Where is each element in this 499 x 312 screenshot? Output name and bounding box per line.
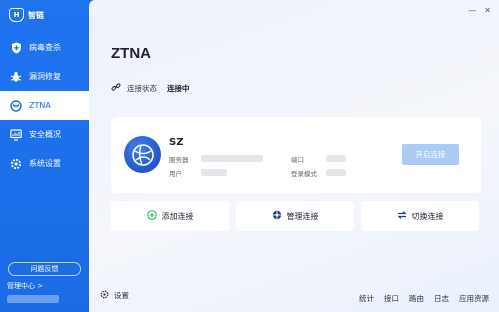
bug-icon [10, 71, 22, 83]
sidebar-item-vuln-fix[interactable]: 漏洞修复 [0, 62, 89, 91]
user-value-blurred [201, 169, 227, 176]
port-value-blurred [326, 155, 346, 162]
status-label: 连接状态 [127, 83, 157, 93]
switch-arrows-icon [397, 210, 407, 222]
open-connection-button[interactable]: 开启连接 [402, 144, 459, 165]
window-controls: — ✕ [468, 6, 491, 15]
manage-gear-icon [272, 210, 282, 222]
sidebar-item-label: ZTNA [29, 101, 51, 110]
app-window: H 智链 病毒查杀 漏洞修复 ZTNA 安全概况 系统设置 问题反馈 管理中心 … [0, 0, 499, 312]
settings-link[interactable]: 设置 [100, 290, 129, 301]
feedback-button[interactable]: 问题反馈 [8, 262, 81, 276]
footer-link-app-resources[interactable]: 应用资源 [459, 293, 489, 304]
switch-connection-label: 切换连接 [411, 211, 444, 221]
footer-links: 统计 接口 路由 日志 应用资源 [359, 293, 489, 304]
page-title: ZTNA [111, 45, 151, 62]
settings-gear-icon [100, 290, 109, 301]
main-panel: — ✕ ZTNA 连接状态 连接中 SZ 服务器 用户 端口 登录模式 开启连接 [89, 0, 499, 312]
sidebar: H 智链 病毒查杀 漏洞修复 ZTNA 安全概况 系统设置 问题反馈 管理中心 … [0, 0, 89, 312]
sidebar-item-label: 系统设置 [29, 159, 61, 168]
manager-center-label: 管理中心 [7, 282, 35, 290]
manager-center-link[interactable]: 管理中心 > [7, 281, 43, 291]
ztna-icon [10, 99, 22, 112]
manage-connection-label: 管理连接 [286, 211, 319, 221]
sidebar-item-label: 漏洞修复 [29, 72, 61, 81]
footer-link-route[interactable]: 路由 [409, 293, 424, 304]
switch-connection-button[interactable]: 切换连接 [361, 201, 479, 231]
sidebar-item-virus-scan[interactable]: 病毒查杀 [0, 33, 89, 62]
shield-plus-icon [10, 42, 22, 54]
globe-icon [124, 136, 161, 173]
user-label: 用户 [169, 170, 182, 178]
monitor-chart-icon [10, 128, 22, 141]
app-logo: H 智链 [9, 8, 44, 22]
server-label: 服务器 [169, 156, 189, 164]
sidebar-item-system-settings[interactable]: 系统设置 [0, 149, 89, 178]
status-value: 连接中 [167, 83, 190, 93]
footer-link-log[interactable]: 日志 [434, 293, 449, 304]
shield-logo-icon: H [9, 8, 24, 22]
server-name: SZ [169, 137, 184, 148]
footer-link-stats[interactable]: 统计 [359, 293, 374, 304]
connection-status: 连接状态 连接中 [111, 82, 190, 94]
gear-icon [10, 158, 22, 170]
action-bar: 添加连接 管理连接 切换连接 [111, 201, 485, 231]
plus-circle-icon [146, 210, 157, 222]
sidebar-item-ztna[interactable]: ZTNA [0, 91, 89, 120]
sidebar-item-label: 病毒查杀 [29, 43, 61, 52]
user-account-blurred [7, 295, 59, 303]
chevron-right-icon: > [37, 282, 44, 290]
link-icon [111, 82, 121, 94]
login-mode-value-blurred [326, 169, 346, 176]
server-value-blurred [201, 155, 263, 162]
manage-connection-button[interactable]: 管理连接 [236, 201, 354, 231]
app-name: 智链 [28, 10, 44, 20]
footer-link-interface[interactable]: 接口 [384, 293, 399, 304]
sidebar-nav: 病毒查杀 漏洞修复 ZTNA 安全概况 系统设置 [0, 33, 89, 178]
add-connection-label: 添加连接 [161, 211, 194, 221]
close-icon[interactable]: ✕ [484, 6, 491, 15]
port-label: 端口 [291, 156, 304, 164]
sidebar-item-security-overview[interactable]: 安全概况 [0, 120, 89, 149]
sidebar-item-label: 安全概况 [29, 130, 61, 139]
add-connection-button[interactable]: 添加连接 [111, 201, 229, 231]
server-card: SZ 服务器 用户 端口 登录模式 开启连接 [111, 117, 481, 193]
settings-label: 设置 [114, 291, 129, 300]
login-mode-label: 登录模式 [291, 170, 317, 178]
minimize-icon[interactable]: — [468, 6, 476, 15]
